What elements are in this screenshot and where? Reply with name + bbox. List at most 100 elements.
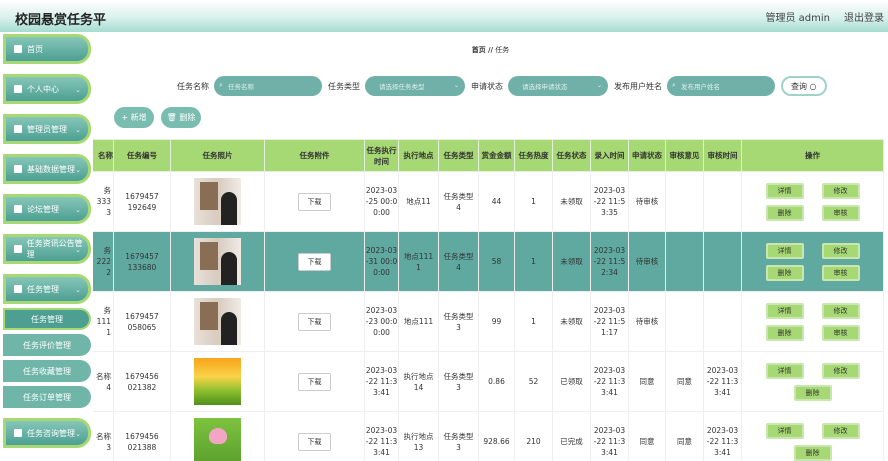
sidebar-menu-0[interactable]: 首页 bbox=[3, 34, 91, 64]
operations-cell: 详情 修改 删除 审核 bbox=[741, 231, 884, 292]
cell-text: 2023-03 -22 11:3 3:41 bbox=[593, 426, 626, 457]
chevron-down-icon: ⌄ bbox=[75, 246, 81, 254]
detail-button[interactable]: 详情 bbox=[765, 422, 804, 439]
cell-text: 同意 bbox=[677, 377, 692, 386]
edit-button[interactable]: 修改 bbox=[821, 362, 860, 379]
task-name-input[interactable]: ⌕ 任务名称 bbox=[214, 76, 322, 96]
table-cell-opinion: 同意 bbox=[665, 411, 704, 461]
cell-text: 同意 bbox=[677, 437, 692, 446]
column-header: 名称 bbox=[93, 139, 114, 172]
chevron-down-icon: ⌄ bbox=[596, 82, 602, 89]
table-row[interactable]: 务111 1 1679457 058065 下载 2023-03 -23 00:0 0… bbox=[93, 291, 884, 352]
download-button[interactable]: 下载 bbox=[298, 432, 331, 451]
column-header: 录入时间 bbox=[590, 139, 629, 172]
table-cell-place: 执行地点 13 bbox=[398, 411, 439, 461]
table-cell-time: 2023-03 -22 11:3 3:41 bbox=[364, 411, 399, 461]
table-cell-heat: 52 bbox=[514, 351, 553, 412]
table-cell-heat: 1 bbox=[514, 171, 553, 232]
edit-button[interactable]: 修改 bbox=[821, 302, 860, 319]
sidebar-menu-7[interactable]: 任务咨询管理 ⌄ bbox=[3, 418, 91, 448]
sidebar-subitem-3[interactable]: 任务订单管理 bbox=[3, 386, 91, 408]
sidebar-menu-4[interactable]: 论坛管理 ⌄ bbox=[3, 194, 91, 224]
table-cell-time: 2023-03 -22 11:3 3:41 bbox=[364, 351, 399, 412]
del-button[interactable]: 删除 bbox=[793, 384, 832, 401]
table-cell-opinion bbox=[665, 231, 704, 292]
cell-text: 52 bbox=[528, 377, 539, 386]
del-button[interactable]: 删除 bbox=[765, 204, 804, 221]
table-cell-status: 未领取 bbox=[552, 231, 591, 292]
cell-text: 2023-03 -25 00:0 0:00 bbox=[365, 186, 398, 217]
audit-button[interactable]: 审核 bbox=[821, 324, 860, 341]
apply-status-select[interactable]: 请选择申请状态 ⌄ bbox=[508, 76, 608, 96]
column-header: 审核意见 bbox=[665, 139, 704, 172]
column-header: 任务状态 bbox=[552, 139, 591, 172]
column-header: 赏金金额 bbox=[478, 139, 515, 172]
sidebar-subitem-2[interactable]: 任务收藏管理 bbox=[3, 360, 91, 382]
table-cell-time: 2023-03 -31 00:0 0:00 bbox=[364, 231, 399, 292]
add-button[interactable]: + 新增 bbox=[114, 107, 154, 128]
download-button[interactable]: 下载 bbox=[298, 372, 331, 391]
download-button[interactable]: 下载 bbox=[298, 192, 331, 211]
cell-text: 2023-03 -22 11:3 3:41 bbox=[365, 366, 398, 397]
sidebar-subitem-1[interactable]: 任务评价管理 bbox=[3, 334, 91, 356]
del-button[interactable]: 删除 bbox=[765, 324, 804, 341]
detail-button[interactable]: 详情 bbox=[765, 182, 804, 199]
table-cell-heat: 1 bbox=[514, 231, 553, 292]
table-cell-atime bbox=[703, 171, 742, 232]
breadcrumb-home[interactable]: 首页 bbox=[472, 46, 486, 54]
table-cell-apply: 待审核 bbox=[628, 291, 666, 352]
detail-button[interactable]: 详情 bbox=[765, 242, 804, 259]
sidebar-menu-label: 论坛管理 bbox=[27, 204, 59, 214]
cell-text: 务111 1 bbox=[96, 306, 111, 337]
sidebar-menu-5[interactable]: 任务资讯公告管理 ⌄ bbox=[3, 234, 91, 264]
sidebar-menu-6[interactable]: 任务管理 ⌄ bbox=[3, 274, 91, 304]
table-cell-name: 名称 4 bbox=[93, 351, 114, 412]
del-button[interactable]: 删除 bbox=[765, 264, 804, 281]
download-button[interactable]: 下载 bbox=[298, 312, 331, 331]
table-cell-time: 2023-03 -25 00:0 0:00 bbox=[364, 171, 399, 232]
cell-text: 1 bbox=[531, 257, 536, 266]
edit-button[interactable]: 修改 bbox=[821, 242, 860, 259]
cell-text: 2023-03 -22 11:3 3:41 bbox=[593, 366, 626, 397]
cell-text: 任务类型 3 bbox=[443, 431, 474, 452]
apply-status-label: 申请状态 bbox=[471, 81, 503, 91]
sidebar-subitem-0[interactable]: 任务管理 bbox=[3, 308, 91, 330]
table-cell-type: 任务类型 3 bbox=[438, 351, 479, 412]
edit-button[interactable]: 修改 bbox=[821, 422, 860, 439]
logout-link[interactable]: 退出登录 bbox=[844, 9, 884, 24]
table-row[interactable]: 务333 3 1679457 192649 下载 2023-03 -25 00:0 0… bbox=[93, 171, 884, 232]
download-button[interactable]: 下载 bbox=[298, 252, 331, 271]
sidebar-menu-3[interactable]: 基础数据管理 ⌄ bbox=[3, 154, 91, 184]
table-row[interactable]: 务222 2 1679457 133680 下载 2023-03 -31 00:0 0… bbox=[93, 231, 884, 292]
publisher-name-input[interactable]: ⌕ 发布用户姓名 bbox=[667, 76, 775, 96]
cell-text: 1679456 021382 bbox=[125, 371, 159, 392]
cell-text: 2023-03 -22 11:3 3:41 bbox=[706, 366, 739, 397]
table-row[interactable]: 名称 4 1679456 021382 下载 2023-03 -22 11:3 3:4… bbox=[93, 351, 884, 412]
detail-button[interactable]: 详情 bbox=[765, 302, 804, 319]
cell-text: 1679456 021388 bbox=[125, 431, 159, 452]
sidebar-menu-1[interactable]: 个人中心 ⌄ bbox=[3, 74, 91, 104]
sidebar-menu-label: 任务管理 bbox=[27, 284, 59, 294]
query-button[interactable]: 查询 ○ bbox=[781, 76, 827, 96]
audit-button[interactable]: 审核 bbox=[821, 204, 860, 221]
audit-button[interactable]: 审核 bbox=[821, 264, 860, 281]
sidebar-menu-label: 基础数据管理 bbox=[27, 164, 75, 174]
task-type-select[interactable]: 请选择任务类型 ⌄ bbox=[365, 76, 465, 96]
table-cell-amount: 99 bbox=[478, 291, 515, 352]
chevron-down-icon: ⌄ bbox=[75, 126, 81, 134]
attachment-cell: 下载 bbox=[264, 411, 365, 461]
attachment-cell: 下载 bbox=[264, 171, 365, 232]
column-header: 操作 bbox=[741, 139, 884, 172]
sidebar-menu-2[interactable]: 管理员管理 ⌄ bbox=[3, 114, 91, 144]
edit-button[interactable]: 修改 bbox=[821, 182, 860, 199]
table-row[interactable]: 名称 3 1679456 021388 下载 2023-03 -22 11:3 3:4… bbox=[93, 411, 884, 461]
table-cell-place: 地点111 bbox=[398, 291, 439, 352]
chevron-down-icon: ⌄ bbox=[75, 206, 81, 214]
chevron-down-icon: ⌄ bbox=[75, 86, 81, 94]
cell-text: 2023-03 -22 11:5 2:34 bbox=[593, 246, 626, 277]
batch-delete-button[interactable]: 🗑 删除 bbox=[161, 107, 201, 128]
cell-text: 2023-03 -23 00:0 0:00 bbox=[365, 306, 398, 337]
del-button[interactable]: 删除 bbox=[793, 444, 832, 461]
task-photo bbox=[194, 418, 241, 461]
detail-button[interactable]: 详情 bbox=[765, 362, 804, 379]
